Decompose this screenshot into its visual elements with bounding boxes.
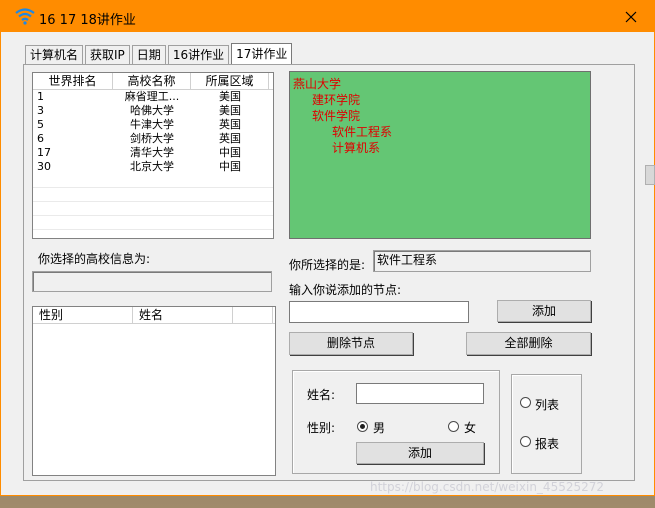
- tree-node-construction[interactable]: 建环学院: [312, 91, 360, 108]
- selected-school-field: [32, 271, 272, 292]
- tree-node-software[interactable]: 软件学院: [312, 107, 360, 124]
- list-view-label: 列表: [535, 398, 560, 412]
- table-row[interactable]: 30 北京大学 中国: [33, 160, 273, 174]
- cell-rank: 1: [37, 90, 44, 103]
- list-view-radio[interactable]: [520, 397, 531, 408]
- background-window-edge: [645, 165, 655, 185]
- tab-lecture-16[interactable]: 16讲作业: [167, 45, 230, 65]
- tab-computer-name[interactable]: 计算机名: [25, 45, 84, 65]
- cell-region: 中国: [219, 146, 241, 159]
- tab-strip: 计算机名 获取IP 日期 16讲作业 17讲作业: [25, 43, 294, 65]
- view-mode-group: [511, 374, 582, 474]
- table-row[interactable]: 5 牛津大学 英国: [33, 118, 273, 132]
- cell-school: 剑桥大学: [130, 132, 174, 145]
- cell-rank: 30: [37, 160, 51, 173]
- cell-school: 牛津大学: [130, 118, 174, 131]
- window-title: 16 17 18讲作业: [39, 13, 136, 28]
- add-person-button[interactable]: 添加: [356, 442, 484, 464]
- school-list[interactable]: 世界排名 高校名称 所属区域 1 麻省理工... 美国 3 哈佛大学 美国 5 …: [32, 72, 274, 239]
- delete-node-button[interactable]: 删除节点: [289, 332, 413, 355]
- selected-node-field: 软件工程系: [373, 250, 591, 272]
- column-gender[interactable]: 性别: [33, 307, 133, 323]
- wifi-icon: [15, 8, 35, 25]
- college-tree[interactable]: 燕山大学 建环学院 软件学院 软件工程系 计算机系: [289, 71, 591, 239]
- app-window: 16 17 18讲作业 计算机名 获取IP 日期 16讲作业 17讲作业 世界排…: [0, 0, 655, 496]
- table-row[interactable]: 6 剑桥大学 英国: [33, 132, 273, 146]
- table-row[interactable]: 3 哈佛大学 美国: [33, 104, 273, 118]
- add-node-button[interactable]: 添加: [497, 300, 591, 322]
- cell-region: 英国: [219, 118, 241, 131]
- table-row[interactable]: 17 清华大学 中国: [33, 146, 273, 160]
- male-label: 男: [373, 421, 386, 435]
- tab-get-ip[interactable]: 获取IP: [85, 45, 130, 65]
- cell-region: 中国: [219, 160, 241, 173]
- cell-rank: 6: [37, 132, 44, 145]
- cell-region: 英国: [219, 132, 241, 145]
- tree-node-computer-science[interactable]: 计算机系: [332, 139, 380, 156]
- selected-school-label: 你选择的高校信息为:: [38, 252, 151, 266]
- male-radio[interactable]: [357, 421, 368, 432]
- tab-lecture-17[interactable]: 17讲作业: [231, 43, 293, 65]
- gender-label: 性别:: [307, 421, 336, 435]
- close-icon: [625, 11, 637, 22]
- person-list-header: 性别 姓名: [33, 307, 275, 324]
- column-rank[interactable]: 世界排名: [33, 73, 113, 89]
- cell-school: 哈佛大学: [130, 104, 174, 117]
- selected-node-label: 你所选择的是:: [289, 258, 366, 272]
- column-school-name[interactable]: 高校名称: [113, 73, 191, 89]
- cell-region: 美国: [219, 90, 241, 103]
- add-node-label: 输入你说添加的节点:: [289, 283, 402, 297]
- watermark-text: https://blog.csdn.net/weixin_45525272: [370, 480, 605, 494]
- person-list[interactable]: 性别 姓名: [32, 306, 276, 476]
- female-radio[interactable]: [448, 421, 459, 432]
- delete-all-button[interactable]: 全部删除: [466, 332, 591, 355]
- column-empty: [233, 307, 273, 323]
- report-view-radio[interactable]: [520, 436, 531, 447]
- report-view-label: 报表: [535, 437, 560, 451]
- name-input[interactable]: [356, 383, 484, 404]
- empty-row: [33, 202, 273, 216]
- cell-region: 美国: [219, 104, 241, 117]
- cell-school: 清华大学: [130, 146, 174, 159]
- cell-rank: 17: [37, 146, 51, 159]
- cell-school: 北京大学: [130, 160, 174, 173]
- tree-node-software-engineering[interactable]: 软件工程系: [332, 123, 392, 140]
- school-list-header: 世界排名 高校名称 所属区域: [33, 73, 273, 90]
- column-name[interactable]: 姓名: [133, 307, 233, 323]
- cell-school: 麻省理工...: [124, 90, 180, 103]
- name-label: 姓名:: [307, 388, 336, 402]
- empty-row: [33, 216, 273, 230]
- tab-date[interactable]: 日期: [131, 45, 166, 65]
- cell-rank: 5: [37, 118, 44, 131]
- table-row[interactable]: 1 麻省理工... 美国: [33, 90, 273, 104]
- tree-node-root[interactable]: 燕山大学: [293, 75, 341, 92]
- add-node-input[interactable]: [289, 301, 469, 323]
- cell-rank: 3: [37, 104, 44, 117]
- close-button[interactable]: [608, 1, 654, 32]
- female-label: 女: [464, 421, 477, 435]
- empty-row: [33, 188, 273, 202]
- column-region[interactable]: 所属区域: [191, 73, 269, 89]
- empty-row: [33, 174, 273, 188]
- title-bar[interactable]: 16 17 18讲作业: [1, 1, 654, 32]
